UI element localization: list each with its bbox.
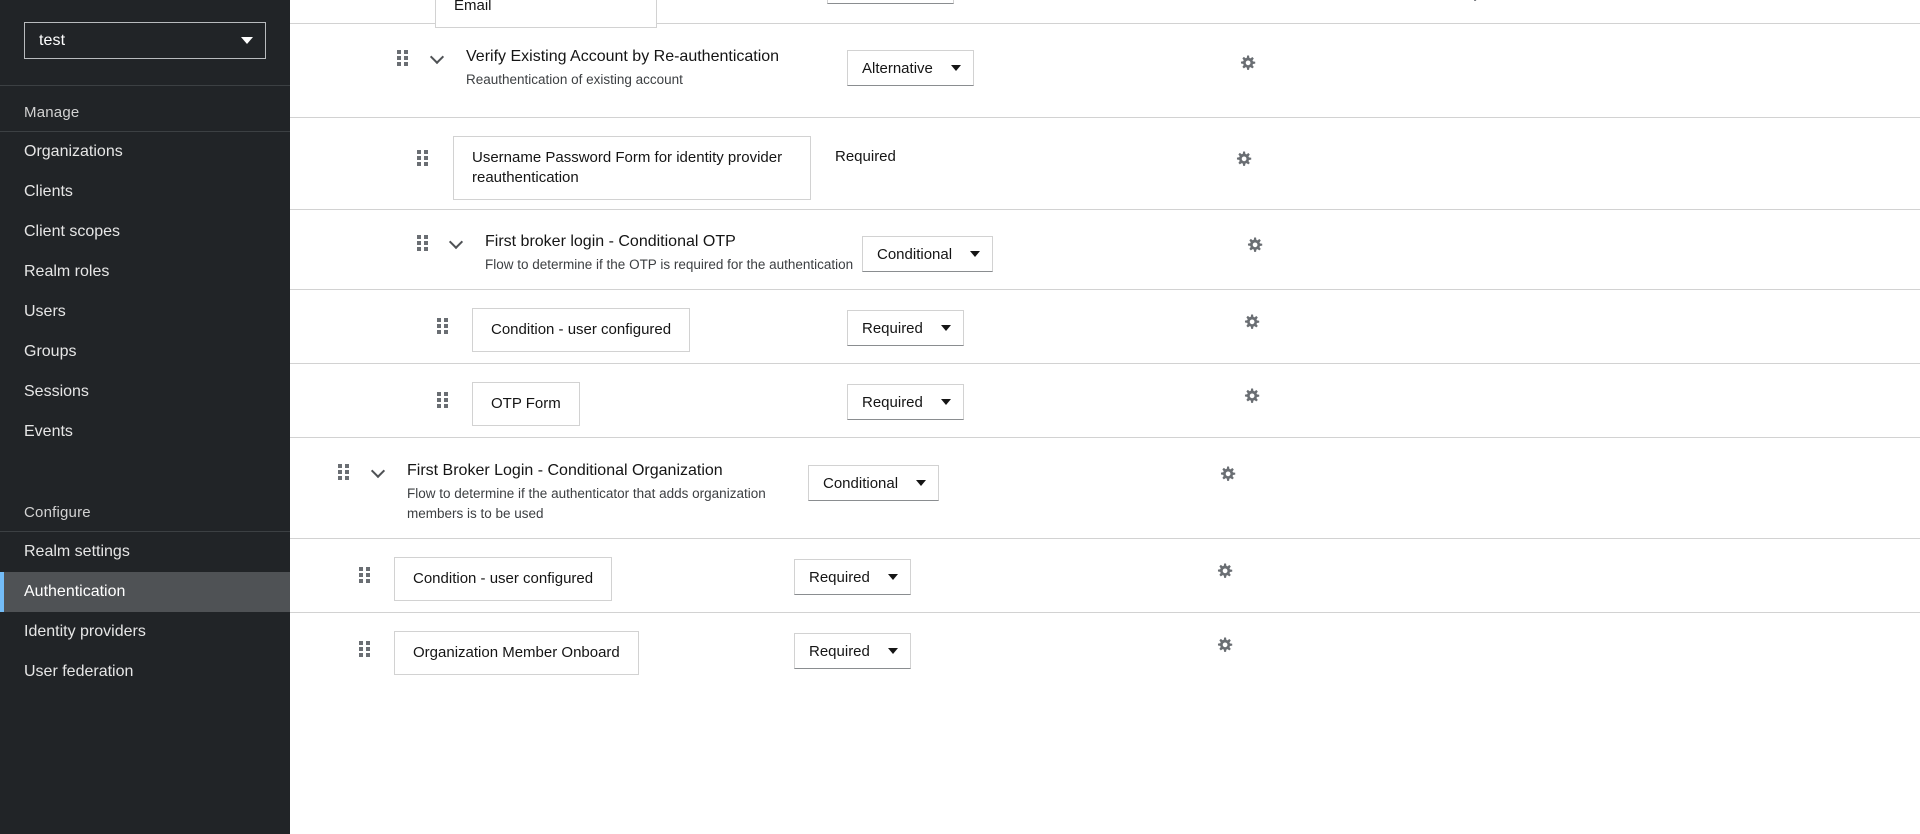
sidebar-item-realm-roles[interactable]: Realm roles <box>0 252 290 292</box>
chevron-down-icon <box>887 648 898 654</box>
gear-icon[interactable] <box>1218 466 1237 485</box>
requirement-dropdown[interactable]: Required <box>847 384 964 420</box>
drag-handle-icon[interactable] <box>417 150 429 167</box>
requirement-value: Required <box>862 319 923 337</box>
requirement-value: Required <box>809 568 870 586</box>
drag-handle-icon[interactable] <box>437 392 449 409</box>
flow-title: Verify Existing Account by Re-authentica… <box>466 48 780 65</box>
gear-icon[interactable] <box>1242 314 1261 333</box>
sidebar-item-users[interactable]: Users <box>0 292 290 332</box>
table-row: First broker login - Conditional OTP Flo… <box>290 210 1920 290</box>
gear-icon[interactable] <box>1245 237 1264 256</box>
drag-handle-icon[interactable] <box>338 464 350 481</box>
execution-name-box[interactable]: Condition - user configured <box>472 308 691 352</box>
sidebar-section-manage-list: Organizations Clients Client scopes Real… <box>0 132 290 452</box>
gear-icon[interactable] <box>1215 563 1234 582</box>
execution-name-box[interactable]: Username Password Form for identity prov… <box>453 136 811 200</box>
execution-name-box[interactable]: OTP Form <box>472 382 580 426</box>
drag-handle-icon[interactable] <box>359 641 371 658</box>
sidebar-item-events[interactable]: Events <box>0 412 290 452</box>
drag-handle-icon[interactable] <box>359 567 371 584</box>
sidebar-item-identity-providers[interactable]: Identity providers <box>0 612 290 652</box>
sidebar-section-configure-title: Configure <box>24 504 91 521</box>
chevron-down-icon <box>950 65 961 71</box>
drag-handle-icon[interactable] <box>397 50 409 67</box>
drag-handle-icon[interactable] <box>417 235 429 252</box>
table-row: Condition - user configured Required <box>290 290 1920 364</box>
chevron-down-icon <box>940 325 951 331</box>
requirement-value: Required <box>809 642 870 660</box>
requirement-value: Required <box>862 393 923 411</box>
execution-name-box[interactable]: Organization Member Onboard <box>394 631 639 675</box>
flow-description: Reauthentication of existing account <box>466 72 683 87</box>
requirement-value: Conditional <box>877 245 953 263</box>
sidebar-section-configure-list: Realm settings Authentication Identity p… <box>0 532 290 692</box>
authentication-flow-list: Verify existing account by Email Alterna… <box>290 0 1920 834</box>
requirement-dropdown[interactable]: Required <box>794 633 911 669</box>
drag-handle-icon[interactable] <box>437 318 449 335</box>
sidebar-item-realm-settings[interactable]: Realm settings <box>0 532 290 572</box>
gear-icon[interactable] <box>1242 388 1261 407</box>
flow-title: First broker login - Conditional OTP <box>485 233 736 250</box>
flow-description: Flow to determine if the OTP is required… <box>485 257 854 272</box>
chevron-down-icon <box>241 37 253 44</box>
sidebar-item-clients[interactable]: Clients <box>0 172 290 212</box>
sidebar-item-groups[interactable]: Groups <box>0 332 290 372</box>
sidebar-item-sessions[interactable]: Sessions <box>0 372 290 412</box>
sidebar: test Manage Organizations Clients Client… <box>0 0 290 834</box>
sidebar-section-manage-title: Manage <box>24 104 80 121</box>
gear-icon[interactable] <box>1234 151 1253 170</box>
requirement-value: Conditional <box>823 474 899 492</box>
table-row: OTP Form Required <box>290 364 1920 438</box>
table-row: First Broker Login - Conditional Organiz… <box>290 438 1920 539</box>
requirement-dropdown[interactable]: Alternative <box>847 50 974 86</box>
chevron-down-icon <box>887 574 898 580</box>
gear-icon[interactable] <box>1465 0 1484 5</box>
requirement-dropdown[interactable]: Alternative <box>827 0 954 4</box>
requirement-dropdown[interactable]: Conditional <box>808 465 940 501</box>
requirement-dropdown[interactable]: Required <box>847 310 964 346</box>
requirement-value: Alternative <box>862 59 933 77</box>
flow-description: Flow to determine if the authenticator t… <box>407 486 766 521</box>
sidebar-item-organizations[interactable]: Organizations <box>0 132 290 172</box>
sidebar-item-client-scopes[interactable]: Client scopes <box>0 212 290 252</box>
sidebar-item-authentication[interactable]: Authentication <box>0 572 290 612</box>
table-row: Username Password Form for identity prov… <box>290 118 1920 210</box>
requirement-dropdown[interactable]: Required <box>794 559 911 595</box>
requirement-dropdown[interactable]: Conditional <box>862 236 994 272</box>
execution-name-box[interactable]: Condition - user configured <box>394 557 613 601</box>
admin-console: test Manage Organizations Clients Client… <box>0 0 1920 834</box>
realm-selector[interactable]: test <box>24 22 266 59</box>
gear-icon[interactable] <box>1215 637 1234 656</box>
chevron-down-icon <box>916 480 927 486</box>
chevron-down-icon <box>970 251 981 257</box>
gear-icon[interactable] <box>1238 55 1257 74</box>
table-row: Verify existing account by Email Alterna… <box>290 0 1920 28</box>
table-row: Verify Existing Account by Re-authentica… <box>290 24 1920 118</box>
requirement-label: Required <box>835 148 896 165</box>
sidebar-item-user-federation[interactable]: User federation <box>0 652 290 692</box>
table-row: Condition - user configured Required <box>290 539 1920 613</box>
flow-title: First Broker Login - Conditional Organiz… <box>407 462 723 479</box>
realm-selector-value: test <box>39 31 66 49</box>
table-row: Organization Member Onboard Required <box>290 613 1920 687</box>
chevron-down-icon <box>940 399 951 405</box>
